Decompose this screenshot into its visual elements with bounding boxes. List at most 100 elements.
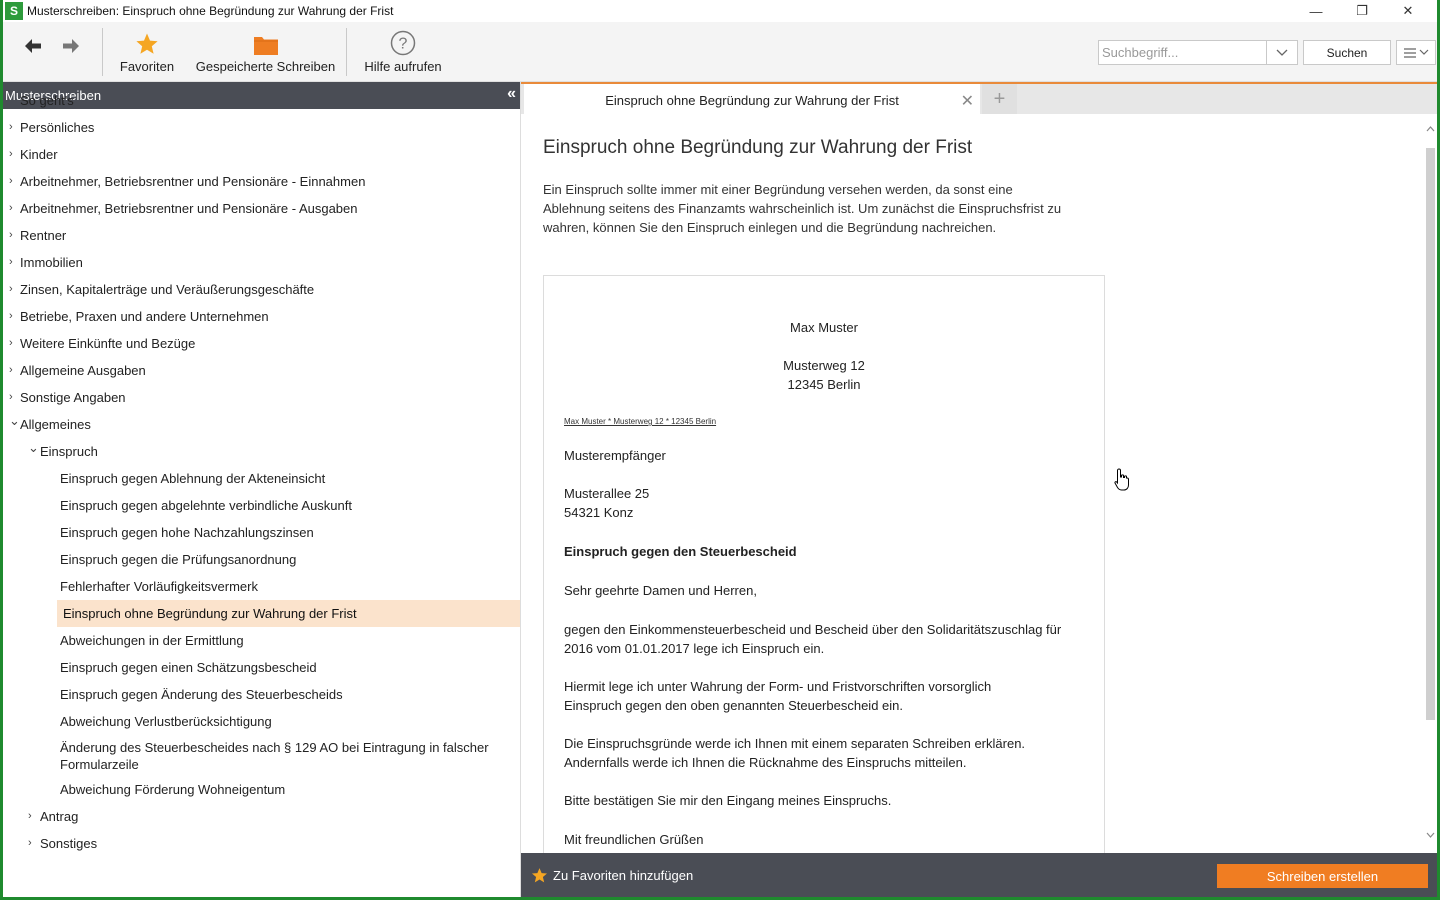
sidebar-item[interactable]: ⌄ Einspruch xyxy=(3,438,520,465)
sidebar-item-label: Abweichung Verlustberücksichtigung xyxy=(60,714,272,729)
chevron-right-icon[interactable]: › xyxy=(28,835,32,852)
add-to-favorites-label: Zu Favoriten hinzufügen xyxy=(553,868,694,883)
menu-button[interactable] xyxy=(1396,40,1436,65)
sidebar-item[interactable]: Einspruch gegen hohe Nachzahlungszinsen xyxy=(3,519,520,546)
star-icon xyxy=(531,868,548,883)
sidebar-item-label: Einspruch gegen hohe Nachzahlungszinsen xyxy=(60,525,314,540)
chevron-down-icon xyxy=(1419,49,1428,55)
chevron-right-icon[interactable]: › xyxy=(9,173,13,190)
chevron-right-icon[interactable]: › xyxy=(9,146,13,163)
chevron-right-icon[interactable]: › xyxy=(9,335,13,352)
main-panel: Einspruch ohne Begründung zur Wahrung de… xyxy=(520,82,1437,897)
chevron-right-icon[interactable]: › xyxy=(9,308,13,325)
sidebar-item[interactable]: › Zinsen, Kapitalerträge und Veräußerungs… xyxy=(3,276,520,303)
sidebar-item[interactable]: › Rentner xyxy=(3,222,520,249)
sidebar-item-label: Immobilien xyxy=(20,255,83,270)
letter-closing: Mit freundlichen Grüßen xyxy=(564,832,704,847)
chevron-down-icon[interactable]: ⌄ xyxy=(9,412,20,429)
sidebar-item-label: Allgemeines xyxy=(20,417,91,432)
add-tab-button[interactable]: + xyxy=(982,84,1017,114)
sidebar-item[interactable]: › Arbeitnehmer, Betriebsrentner und Pensi… xyxy=(3,168,520,195)
search-dropdown-button[interactable] xyxy=(1266,41,1297,64)
search-input[interactable] xyxy=(1099,41,1266,64)
sidebar-item[interactable]: Einspruch gegen einen Schätzungsbescheid xyxy=(3,654,520,681)
scroll-up-icon[interactable] xyxy=(1426,126,1435,132)
sidebar-item-label: Allgemeine Ausgaben xyxy=(20,363,146,378)
chevron-right-icon[interactable]: › xyxy=(9,200,13,217)
letter-subject: Einspruch gegen den Steuerbescheid xyxy=(564,544,797,559)
sidebar-item[interactable]: › Sonstiges xyxy=(3,830,520,857)
sidebar-item[interactable]: Abweichungen in der Ermittlung xyxy=(3,627,520,654)
chevron-right-icon[interactable]: › xyxy=(9,281,13,298)
sidebar-item[interactable]: › Antrag xyxy=(3,803,520,830)
scroll-down-icon[interactable] xyxy=(1426,832,1435,838)
sidebar-item[interactable]: › Weitere Einkünfte und Bezüge xyxy=(3,330,520,357)
chevron-right-icon[interactable]: › xyxy=(28,808,32,825)
sidebar-item-label: Einspruch gegen die Prüfungsanordnung xyxy=(60,552,297,567)
scroll-thumb[interactable] xyxy=(1426,148,1435,720)
chevron-right-icon[interactable]: › xyxy=(9,227,13,244)
minimize-button[interactable]: — xyxy=(1293,0,1339,22)
sidebar-item-label: Einspruch gegen abgelehnte verbindliche … xyxy=(60,498,352,513)
sidebar-item[interactable]: Einspruch gegen Änderung des Steuerbesch… xyxy=(3,681,520,708)
hamburger-menu-icon xyxy=(1403,47,1416,58)
folder-icon xyxy=(253,37,278,55)
search-button[interactable]: Suchen xyxy=(1303,40,1391,65)
sidebar-item-label: Einspruch gegen Ablehnung der Akteneinsi… xyxy=(60,471,326,486)
sidebar-item-label: Einspruch xyxy=(40,444,98,459)
sidebar-item[interactable]: › Immobilien xyxy=(3,249,520,276)
sidebar-item[interactable]: Fehlerhafter Vorläufigkeitsvermerk xyxy=(3,573,520,600)
recipient-street: Musterallee 25 xyxy=(564,486,650,501)
sidebar-item[interactable]: Einspruch gegen abgelehnte verbindliche … xyxy=(3,492,520,519)
content-scrollbar[interactable] xyxy=(1424,122,1437,852)
recipient-city: 54321 Konz xyxy=(564,505,634,520)
create-letter-button[interactable]: Schreiben erstellen xyxy=(1217,864,1428,888)
app-logo-icon: S xyxy=(5,2,23,20)
sidebar-item[interactable]: Einspruch gegen die Prüfungsanordnung xyxy=(3,546,520,573)
forward-button[interactable] xyxy=(57,34,85,58)
chevron-right-icon[interactable]: › xyxy=(9,254,13,271)
saved-letters-button[interactable]: Gespeicherte Schreiben xyxy=(193,22,338,82)
chevron-right-icon[interactable]: › xyxy=(9,389,13,406)
sidebar-item[interactable]: › Sonstige Angaben xyxy=(3,384,520,411)
restore-button[interactable]: ❐ xyxy=(1339,0,1385,22)
sidebar-item[interactable]: Abweichung Verlustberücksichtigung xyxy=(3,708,520,735)
back-button[interactable] xyxy=(19,34,47,58)
sidebar-item[interactable]: Änderung des Steuerbescheides nach § 129… xyxy=(3,734,520,776)
help-button[interactable]: ? Hilfe aufrufen xyxy=(358,22,448,82)
sender-return-line: Max Muster * Musterweg 12 * 12345 Berlin xyxy=(564,417,717,426)
sidebar-item[interactable]: › Allgemeine Ausgaben xyxy=(3,357,520,384)
sidebar-item-label: Abweichung Förderung Wohneigentum xyxy=(60,782,286,797)
add-to-favorites-button[interactable]: Zu Favoriten hinzufügen xyxy=(531,867,693,884)
favorites-button[interactable]: Favoriten xyxy=(113,22,181,82)
sidebar-item[interactable]: ⌄ Allgemeines xyxy=(3,411,520,438)
sidebar-item[interactable]: Einspruch gegen Ablehnung der Akteneinsi… xyxy=(3,465,520,492)
letter-preview: Max Muster Musterweg 12 12345 Berlin Max… xyxy=(543,275,1105,875)
sidebar-item[interactable]: › Betriebe, Praxen und andere Unternehmen xyxy=(3,303,520,330)
title-bar: S Musterschreiben: Einspruch ohne Begrün… xyxy=(3,0,1437,22)
sidebar-item-label: Abweichungen in der Ermittlung xyxy=(60,633,244,648)
sidebar-item[interactable]: Abweichung Förderung Wohneigentum xyxy=(3,776,520,803)
sidebar-item[interactable]: › Kinder xyxy=(3,141,520,168)
letter-paragraph: gegen den Einkommensteuerbescheid und Be… xyxy=(564,622,1062,637)
sidebar-item[interactable]: Einspruch ohne Begründung zur Wahrung de… xyxy=(57,600,520,627)
sidebar-item[interactable]: So geht's xyxy=(3,87,520,114)
sidebar-item-label: Einspruch gegen Änderung des Steuerbesch… xyxy=(60,687,343,702)
chevron-down-icon[interactable]: ⌄ xyxy=(28,439,39,456)
toolbar: Favoriten Gespeicherte Schreiben ? Hilfe… xyxy=(3,22,1437,82)
chevron-right-icon[interactable]: › xyxy=(9,119,13,136)
tab-active[interactable]: Einspruch ohne Begründung zur Wahrung de… xyxy=(524,84,980,116)
chevron-right-icon[interactable]: › xyxy=(9,362,13,379)
sidebar-item-label: Einspruch gegen einen Schätzungsbescheid xyxy=(60,660,317,675)
letter-paragraph: Die Einspruchsgründe werde ich Ihnen mit… xyxy=(564,736,1026,751)
sidebar-item[interactable]: › Arbeitnehmer, Betriebsrentner und Pensi… xyxy=(3,195,520,222)
sidebar-item-label: So geht's xyxy=(20,93,74,108)
sidebar-item[interactable]: › Persönliches xyxy=(3,114,520,141)
chevron-down-icon xyxy=(1276,49,1288,56)
star-icon xyxy=(136,33,158,54)
favorites-label: Favoriten xyxy=(119,59,175,74)
close-window-button[interactable]: ✕ xyxy=(1385,0,1431,22)
letter-paragraph: Bitte bestätigen Sie mir den Eingang mei… xyxy=(564,793,892,808)
tab-close-icon[interactable]: ✕ xyxy=(961,91,974,111)
tab-label: Einspruch ohne Begründung zur Wahrung de… xyxy=(605,92,899,108)
